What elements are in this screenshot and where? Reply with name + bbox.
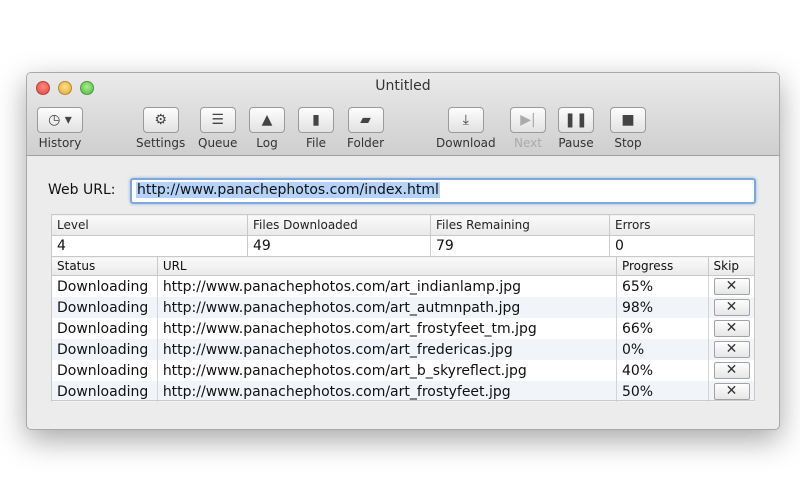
downloads-header-row: Status URL Progress Skip: [51, 256, 755, 276]
progress-cell: 40%: [615, 360, 708, 381]
titlebar: Untitled ◷ ▾ History ⚙ Settings ☰ Queue …: [27, 73, 779, 156]
next-button[interactable]: ▶| Next: [510, 107, 546, 150]
pause-icon: ❚❚: [558, 107, 594, 133]
url-cell: http://www.panachephotos.com/art_b_skyre…: [156, 360, 617, 381]
status-cell: Downloading: [51, 318, 158, 339]
status-cell: Downloading: [51, 360, 158, 381]
skip-cell: ✕: [707, 360, 755, 381]
status-cell: Downloading: [51, 339, 158, 360]
next-label: Next: [514, 136, 542, 150]
url-cell: http://www.panachephotos.com/art_frederi…: [156, 339, 617, 360]
status-cell: Downloading: [51, 275, 158, 297]
skip-button[interactable]: ✕: [713, 383, 750, 400]
progress-header[interactable]: Progress: [615, 256, 709, 276]
level-header: Level: [51, 214, 248, 236]
status-cell: Downloading: [51, 381, 158, 402]
app-window: Untitled ◷ ▾ History ⚙ Settings ☰ Queue …: [26, 72, 780, 430]
files-remaining-header: Files Remaining: [430, 214, 610, 236]
progress-cell: 98%: [615, 297, 708, 318]
url-label: Web URL:: [48, 182, 116, 198]
url-cell: http://www.panachephotos.com/art_frostyf…: [156, 318, 617, 339]
progress-cell: 66%: [615, 318, 708, 339]
url-input-value: http://www.panachephotos.com/index.html: [136, 182, 440, 198]
downloads-table: Status URL Progress Skip Downloading htt…: [51, 256, 755, 402]
download-button[interactable]: ⤓ Download: [436, 107, 496, 150]
warning-icon: ▲: [249, 107, 285, 133]
skip-button[interactable]: ✕: [713, 299, 750, 316]
table-row[interactable]: Downloading http://www.panachephotos.com…: [51, 318, 755, 339]
errors-value: 0: [609, 235, 755, 257]
skip-cell: ✕: [707, 318, 755, 339]
skip-cell: ✕: [707, 381, 755, 402]
skip-button[interactable]: ✕: [713, 278, 750, 295]
progress-cell: 50%: [615, 381, 708, 402]
level-value: 4: [51, 235, 248, 257]
history-icon: ◷ ▾: [37, 107, 83, 133]
log-label: Log: [256, 136, 278, 150]
file-label: File: [305, 136, 327, 150]
folder-icon: ▰: [347, 107, 384, 133]
progress-cell: 0%: [615, 339, 708, 360]
stop-label: Stop: [614, 136, 642, 150]
stats-value-row: 4 49 79 0: [51, 235, 755, 257]
status-header[interactable]: Status: [51, 256, 158, 276]
table-row[interactable]: Downloading http://www.panachephotos.com…: [51, 360, 755, 381]
url-input[interactable]: http://www.panachephotos.com/index.html: [130, 178, 756, 204]
file-icon: ▮: [298, 107, 334, 133]
table-row[interactable]: Downloading http://www.panachephotos.com…: [51, 381, 755, 402]
pause-button[interactable]: ❚❚ Pause: [558, 107, 594, 150]
table-row[interactable]: Downloading http://www.panachephotos.com…: [51, 275, 755, 297]
skip-cell: ✕: [707, 339, 755, 360]
files-remaining-value: 79: [430, 235, 610, 257]
stop-icon: ■: [610, 107, 646, 133]
skip-header[interactable]: Skip: [707, 256, 755, 276]
download-icon: ⤓: [447, 107, 484, 133]
skip-cell: ✕: [707, 297, 755, 318]
gear-icon: ⚙: [142, 107, 179, 133]
stop-button[interactable]: ■ Stop: [610, 107, 646, 150]
stats-table: Level Files Downloaded Files Remaining E…: [51, 214, 755, 257]
skip-button[interactable]: ✕: [713, 341, 750, 358]
queue-label: Queue: [198, 136, 238, 150]
files-downloaded-value: 49: [247, 235, 431, 257]
url-cell: http://www.panachephotos.com/art_autmnpa…: [156, 297, 617, 318]
table-row[interactable]: Downloading http://www.panachephotos.com…: [51, 339, 755, 360]
url-cell: http://www.panachephotos.com/art_indianl…: [156, 275, 617, 297]
download-label: Download: [436, 136, 496, 150]
skip-button[interactable]: ✕: [713, 362, 750, 379]
log-button[interactable]: ▲ Log: [249, 107, 285, 150]
files-downloaded-header: Files Downloaded: [247, 214, 431, 236]
file-button[interactable]: ▮ File: [298, 107, 334, 150]
folder-button[interactable]: ▰ Folder: [347, 107, 384, 150]
history-button[interactable]: ◷ ▾ History: [37, 107, 83, 150]
table-row[interactable]: Downloading http://www.panachephotos.com…: [51, 297, 755, 318]
status-cell: Downloading: [51, 297, 158, 318]
window-title: Untitled: [375, 78, 431, 94]
skip-button[interactable]: ✕: [713, 320, 750, 337]
folder-label: Folder: [347, 136, 385, 150]
errors-header: Errors: [609, 214, 755, 236]
stats-header-row: Level Files Downloaded Files Remaining E…: [51, 214, 755, 236]
list-icon: ☰: [199, 107, 236, 133]
history-label: History: [38, 136, 82, 150]
skip-forward-icon: ▶|: [510, 107, 546, 133]
url-cell: http://www.panachephotos.com/art_frostyf…: [156, 381, 617, 402]
settings-label: Settings: [136, 136, 186, 150]
url-header[interactable]: URL: [156, 256, 617, 276]
pause-label: Pause: [558, 136, 594, 150]
progress-cell: 65%: [615, 275, 708, 297]
settings-button[interactable]: ⚙ Settings: [136, 107, 185, 150]
skip-cell: ✕: [707, 275, 755, 297]
queue-button[interactable]: ☰ Queue: [198, 107, 237, 150]
